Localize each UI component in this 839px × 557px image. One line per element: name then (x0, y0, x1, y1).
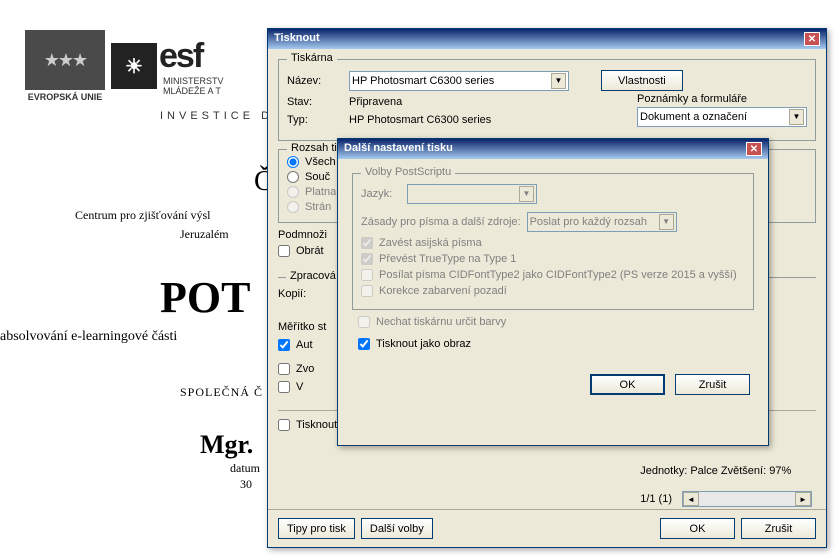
advanced-print-dialog: Další nastavení tisku ✕ Volby PostScript… (337, 138, 769, 446)
printer-colors-checkbox (358, 316, 370, 328)
zvo-checkbox[interactable] (278, 363, 290, 375)
asian-fonts-checkbox (361, 237, 373, 249)
v-checkbox[interactable] (278, 381, 290, 393)
bg-correction-checkbox (361, 285, 373, 297)
close-icon[interactable]: ✕ (746, 142, 762, 156)
print-as-image-label: Tisknout jako obraz (376, 338, 471, 350)
language-select: ▼ (407, 184, 537, 204)
ministry-line2: MLÁDEŽE A T (159, 86, 224, 96)
radio-all[interactable] (287, 156, 299, 168)
advanced-dialog-title: Další nastavení tisku (344, 142, 453, 156)
truetype-checkbox (361, 253, 373, 265)
radio-pages (287, 201, 299, 213)
page-scrollbar[interactable]: ◄ ► (682, 491, 812, 507)
units-text: Jednotky: Palce Zvětšení: 97% (640, 459, 812, 477)
chevron-down-icon: ▼ (551, 73, 566, 89)
scroll-left-icon[interactable]: ◄ (683, 492, 699, 506)
chevron-down-icon: ▼ (659, 214, 674, 230)
close-icon[interactable]: ✕ (804, 32, 820, 46)
print-as-image-checkbox[interactable] (358, 338, 370, 350)
chevron-down-icon: ▼ (789, 109, 804, 125)
status-label: Stav: (287, 96, 343, 108)
radio-valid (287, 186, 299, 198)
status-value: Připravena (349, 96, 402, 108)
name-label: Název: (287, 75, 343, 87)
type-value: HP Photosmart C6300 series (349, 114, 491, 126)
postscript-legend: Volby PostScriptu (361, 166, 455, 178)
printer-groupbox-legend: Tiskárna (287, 52, 337, 64)
type-label: Typ: (287, 114, 343, 126)
chevron-down-icon: ▼ (519, 186, 534, 202)
print-dialog-title: Tisknout (274, 32, 320, 46)
ok-button[interactable]: OK (660, 518, 735, 539)
print-to-file-checkbox[interactable] (278, 419, 290, 431)
ok-button[interactable]: OK (590, 374, 665, 395)
comments-forms-label: Poznámky a formuláře (637, 93, 807, 105)
esf-text: esf (159, 37, 202, 75)
scroll-right-icon[interactable]: ► (795, 492, 811, 506)
esf-icon: ☀ (111, 43, 157, 89)
eu-label: EVROPSKÁ UNIE (25, 90, 105, 102)
cancel-button[interactable]: Zrušit (741, 518, 816, 539)
reverse-checkbox[interactable] (278, 245, 290, 257)
print-tips-button[interactable]: Tipy pro tisk (278, 518, 355, 539)
font-policy-label: Zásady pro písma a další zdroje: (361, 216, 521, 228)
radio-current[interactable] (287, 171, 299, 183)
page-position: 1/1 (1) (640, 493, 672, 505)
copies-label: Kopií: (278, 288, 306, 300)
ministry-line1: MINISTERSTV (159, 76, 224, 86)
eu-flag-icon: ★★★ (25, 30, 105, 90)
properties-button[interactable]: Vlastnosti (601, 70, 683, 91)
cid-font-checkbox (361, 269, 373, 281)
auto-checkbox[interactable] (278, 339, 290, 351)
font-policy-select: Poslat pro každý rozsah ▼ (527, 212, 677, 232)
cancel-button[interactable]: Zrušit (675, 374, 750, 395)
more-options-button[interactable]: Další volby (361, 518, 433, 539)
comments-forms-select[interactable]: Dokument a označení ▼ (637, 107, 807, 127)
language-label: Jazyk: (361, 188, 401, 200)
printer-name-select[interactable]: HP Photosmart C6300 series ▼ (349, 71, 569, 91)
